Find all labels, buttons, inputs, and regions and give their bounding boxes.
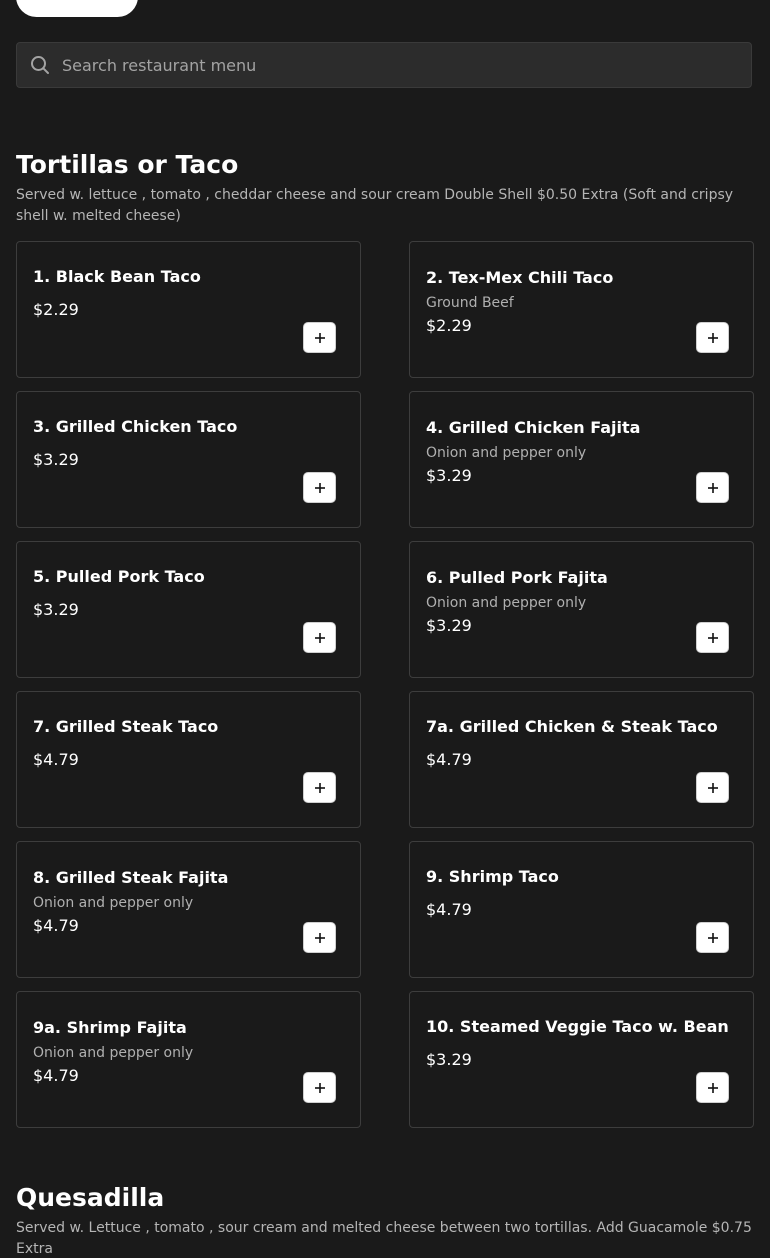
menu-item-name: 7a. Grilled Chicken & Steak Taco: [426, 716, 718, 736]
menu-item-description: Ground Beef: [426, 294, 514, 311]
search-input[interactable]: [60, 42, 751, 88]
top-pill-button[interactable]: [16, 0, 138, 17]
menu-item-price: $3.29: [426, 1049, 472, 1069]
menu-item-name: 2. Tex-Mex Chili Taco: [426, 267, 614, 287]
section-title: Tortillas or Taco: [16, 150, 239, 179]
menu-item-price: $2.29: [426, 315, 472, 335]
add-item-button[interactable]: [696, 772, 729, 803]
plus-icon: [707, 782, 719, 794]
add-item-button[interactable]: [696, 472, 729, 503]
add-item-button[interactable]: [303, 472, 336, 503]
menu-item-name: 8. Grilled Steak Fajita: [33, 867, 229, 887]
menu-item-name: 9. Shrimp Taco: [426, 866, 559, 886]
search-icon: [29, 54, 51, 76]
menu-item-card[interactable]: 7. Grilled Steak Taco $4.79: [16, 691, 361, 828]
menu-item-price: $2.29: [33, 299, 79, 319]
menu-item-description: Onion and pepper only: [33, 1044, 194, 1061]
menu-item-card[interactable]: 4. Grilled Chicken Fajita Onion and peppe…: [409, 391, 754, 528]
add-item-button[interactable]: [303, 772, 336, 803]
menu-item-price: $4.79: [426, 749, 472, 769]
menu-item-card[interactable]: 3. Grilled Chicken Taco $3.29: [16, 391, 361, 528]
menu-item-name: 5. Pulled Pork Taco: [33, 566, 205, 586]
menu-item-price: $4.79: [33, 1065, 79, 1085]
add-item-button[interactable]: [696, 622, 729, 653]
section-description: Served w. lettuce , tomato , cheddar che…: [16, 187, 734, 224]
menu-item-card[interactable]: 9a. Shrimp Fajita Onion and pepper only $4…: [16, 991, 361, 1128]
plus-icon: [314, 1082, 326, 1094]
plus-icon: [707, 332, 719, 344]
menu-item-name: 4. Grilled Chicken Fajita: [426, 417, 641, 437]
add-item-button[interactable]: [696, 1072, 729, 1103]
add-item-button[interactable]: [696, 322, 729, 353]
plus-icon: [314, 932, 326, 944]
menu-item-price: $3.29: [33, 599, 79, 619]
plus-icon: [314, 782, 326, 794]
menu-item-name: 7. Grilled Steak Taco: [33, 716, 219, 736]
add-item-button[interactable]: [696, 922, 729, 953]
menu-item-card[interactable]: 5. Pulled Pork Taco $3.29: [16, 541, 361, 678]
menu-item-price: $3.29: [426, 615, 472, 635]
menu-item-price: $4.79: [33, 749, 79, 769]
menu-item-name: 10. Steamed Veggie Taco w. Bean: [426, 1016, 729, 1036]
plus-icon: [314, 482, 326, 494]
menu-item-card[interactable]: 10. Steamed Veggie Taco w. Bean $3.29: [409, 991, 754, 1128]
menu-item-card[interactable]: 6. Pulled Pork Fajita Onion and pepper on…: [409, 541, 754, 678]
search-bar[interactable]: [16, 42, 752, 88]
menu-page: Tortillas or Taco Served w. lettuce , to…: [0, 0, 770, 1258]
menu-item-description: Onion and pepper only: [426, 594, 587, 611]
menu-item-name: 6. Pulled Pork Fajita: [426, 567, 608, 587]
menu-item-card[interactable]: 9. Shrimp Taco $4.79: [409, 841, 754, 978]
menu-item-card[interactable]: 8. Grilled Steak Fajita Onion and pepper …: [16, 841, 361, 978]
menu-item-card[interactable]: 1. Black Bean Taco $2.29: [16, 241, 361, 378]
plus-icon: [314, 632, 326, 644]
menu-item-price: $4.79: [33, 915, 79, 935]
menu-item-name: 1. Black Bean Taco: [33, 266, 201, 286]
section-tortillas: Tortillas or Taco Served w. lettuce , to…: [16, 150, 754, 227]
section-quesadilla: Quesadilla Served w. Lettuce , tomato , …: [16, 1183, 754, 1258]
menu-item-card[interactable]: 7a. Grilled Chicken & Steak Taco $4.79: [409, 691, 754, 828]
menu-item-grid: 1. Black Bean Taco $2.29 2. Tex-Mex Chili …: [16, 241, 754, 1128]
menu-item-price: $3.29: [426, 465, 472, 485]
plus-icon: [707, 482, 719, 494]
menu-item-price: $3.29: [33, 449, 79, 469]
menu-item-card[interactable]: 2. Tex-Mex Chili Taco Ground Beef $2.29: [409, 241, 754, 378]
menu-item-name: 3. Grilled Chicken Taco: [33, 416, 238, 436]
section-description: Served w. Lettuce , tomato , sour cream …: [16, 1220, 752, 1257]
add-item-button[interactable]: [303, 1072, 336, 1103]
add-item-button[interactable]: [303, 922, 336, 953]
plus-icon: [707, 932, 719, 944]
menu-item-name: 9a. Shrimp Fajita: [33, 1017, 187, 1037]
plus-icon: [707, 1082, 719, 1094]
section-title: Quesadilla: [16, 1183, 165, 1212]
plus-icon: [707, 632, 719, 644]
plus-icon: [314, 332, 326, 344]
add-item-button[interactable]: [303, 622, 336, 653]
menu-item-description: Onion and pepper only: [33, 894, 194, 911]
add-item-button[interactable]: [303, 322, 336, 353]
menu-item-description: Onion and pepper only: [426, 444, 587, 461]
menu-item-price: $4.79: [426, 899, 472, 919]
